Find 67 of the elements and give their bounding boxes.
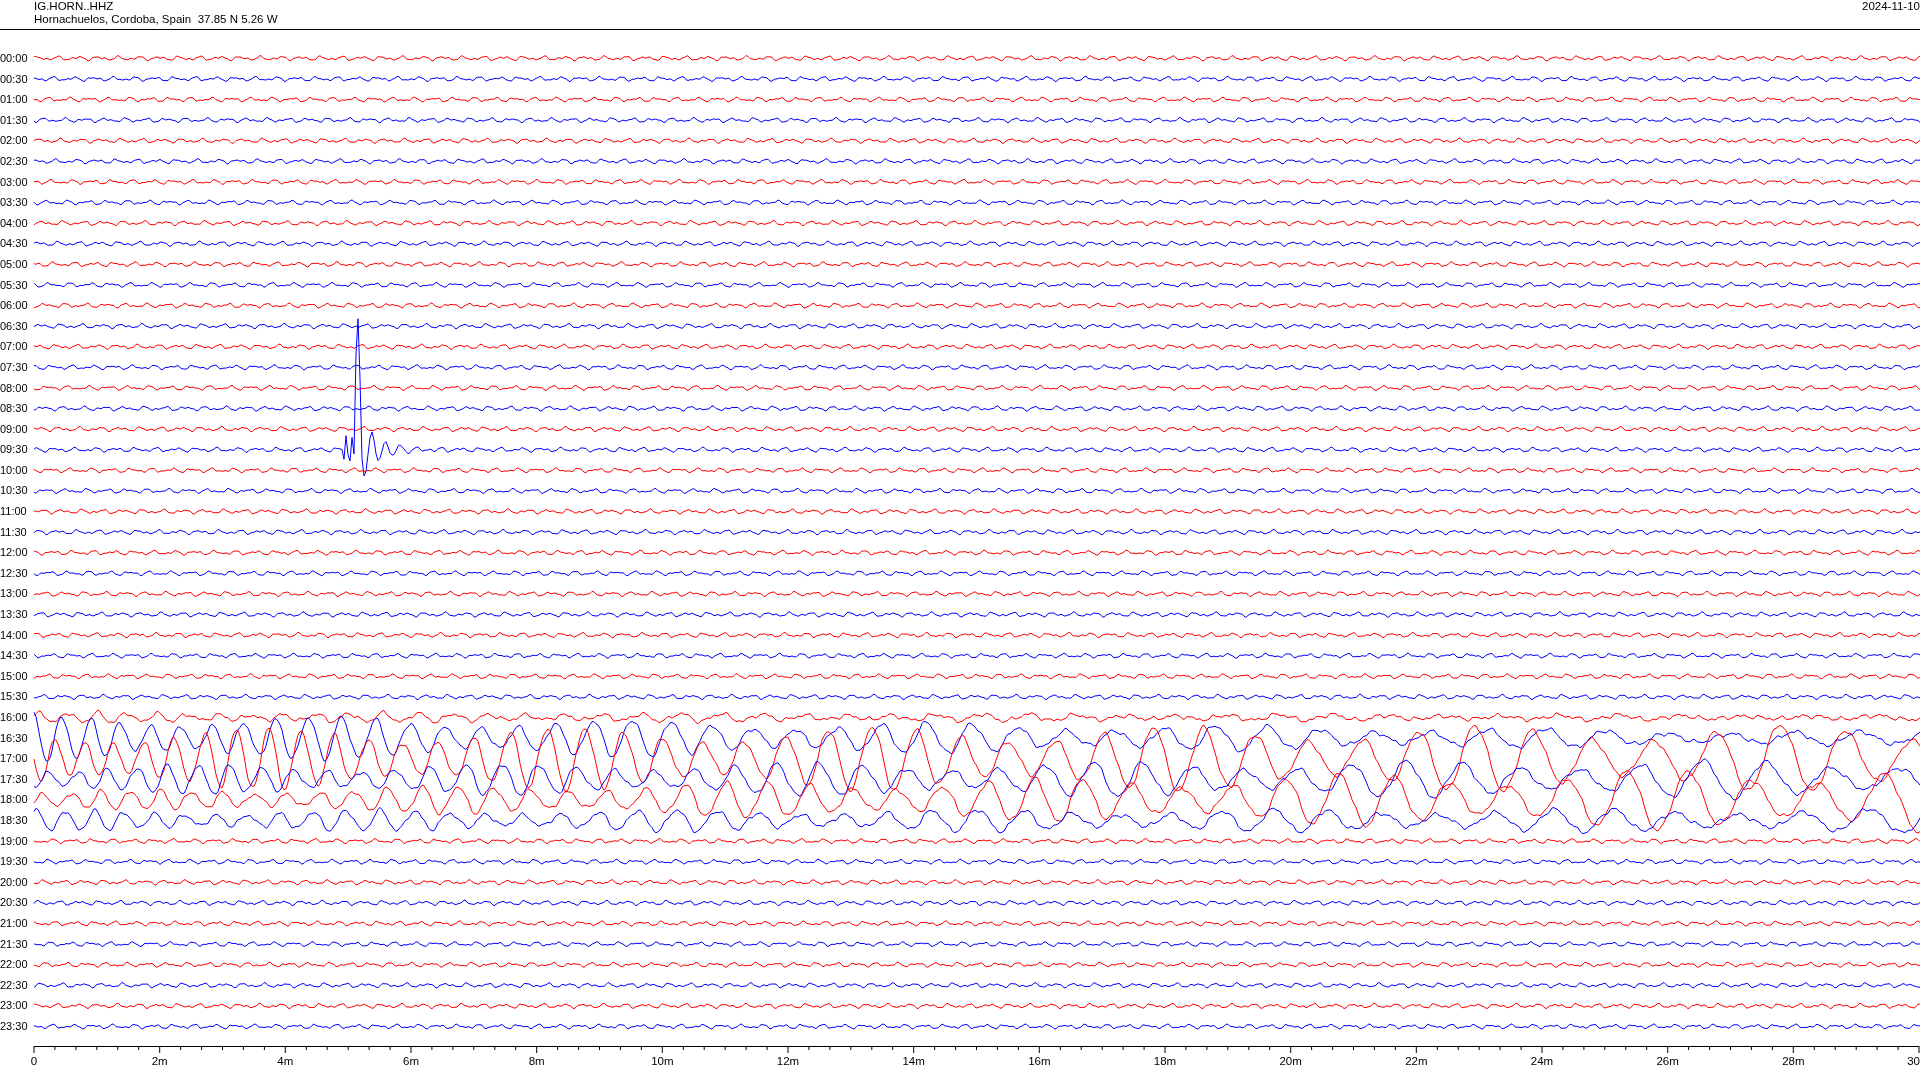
time-label: 16:00 — [0, 710, 29, 725]
time-label: 10:30 — [0, 483, 29, 499]
axis-tick-label: 18m — [1153, 1055, 1177, 1067]
axis-tick-label: 14m — [902, 1055, 925, 1067]
time-label: 22:30 — [0, 977, 29, 993]
time-label: 05:30 — [0, 277, 29, 293]
time-label: 18:30 — [0, 812, 29, 828]
time-label: 22:00 — [0, 957, 29, 973]
axis-tick-label: 2m — [151, 1055, 168, 1067]
time-label: 21:00 — [0, 915, 29, 931]
axis-tick-label: 12m — [776, 1055, 800, 1067]
time-label: 06:00 — [0, 298, 29, 314]
time-label: 01:00 — [0, 92, 29, 108]
time-label: 15:00 — [0, 668, 29, 684]
time-label: 12:00 — [0, 545, 29, 561]
axis-tick-label: 0 — [30, 1055, 38, 1067]
axis-tick-label: 30 — [1907, 1055, 1920, 1067]
time-label: 02:00 — [0, 133, 29, 149]
time-label: 12:30 — [0, 565, 29, 581]
time-label: 13:30 — [0, 607, 29, 623]
time-label: 04:30 — [0, 236, 29, 252]
time-label: 14:00 — [0, 627, 29, 643]
time-label: 11:00 — [0, 504, 28, 520]
time-label: 05:00 — [0, 256, 29, 272]
plot-date: 2024-11-10 — [1862, 0, 1920, 14]
time-label: 09:30 — [0, 442, 29, 458]
time-label: 00:30 — [0, 71, 29, 87]
time-label: 03:30 — [0, 195, 29, 211]
axis-tick-label: 16m — [1028, 1055, 1051, 1067]
axis-tick-label: 8m — [528, 1055, 545, 1067]
time-label: 19:00 — [0, 833, 29, 849]
time-label: 08:30 — [0, 401, 29, 417]
time-label: 10:00 — [0, 462, 29, 478]
time-label: 08:00 — [0, 380, 29, 396]
axis-tick-label: 24m — [1530, 1055, 1554, 1067]
time-label: 14:30 — [0, 648, 29, 664]
axis-tick-label: 28m — [1782, 1055, 1805, 1067]
time-label: 15:30 — [0, 689, 29, 705]
time-label: 23:00 — [0, 998, 29, 1014]
time-label: 21:30 — [0, 936, 29, 952]
time-label: 17:00 — [0, 751, 29, 767]
time-label: 11:30 — [0, 524, 28, 540]
axis-tick-label: 4m — [277, 1055, 294, 1067]
time-label: 17:30 — [0, 771, 29, 787]
time-label: 09:00 — [0, 421, 29, 437]
time-label: 20:30 — [0, 895, 29, 911]
time-label: 01:30 — [0, 112, 29, 128]
axis-tick-label: 22m — [1405, 1055, 1428, 1067]
axis-tick-label: 26m — [1656, 1055, 1679, 1067]
time-label: 02:30 — [0, 153, 29, 169]
axis-tick-label: 20m — [1279, 1055, 1302, 1067]
time-label: 13:00 — [0, 586, 29, 602]
time-label: 23:30 — [0, 1018, 29, 1034]
time-label: 16:30 — [0, 730, 29, 746]
axis-tick-label: 6m — [403, 1055, 419, 1067]
time-label: 18:00 — [0, 792, 29, 808]
time-label: 07:30 — [0, 359, 29, 375]
time-label: 03:00 — [0, 174, 29, 190]
time-label: 00:00 — [0, 51, 29, 66]
time-label: 04:00 — [0, 215, 29, 231]
station-code: IG.HORN..HHZ — [34, 0, 115, 13]
time-label: 06:30 — [0, 318, 29, 334]
time-label: 07:00 — [0, 339, 29, 355]
time-label: 20:00 — [0, 874, 29, 890]
time-label: 19:30 — [0, 854, 29, 870]
axis-tick-label: 10m — [651, 1055, 674, 1067]
station-location: Hornachuelos, Cordoba, Spain 37.85 N 5.26 W — [34, 13, 278, 26]
